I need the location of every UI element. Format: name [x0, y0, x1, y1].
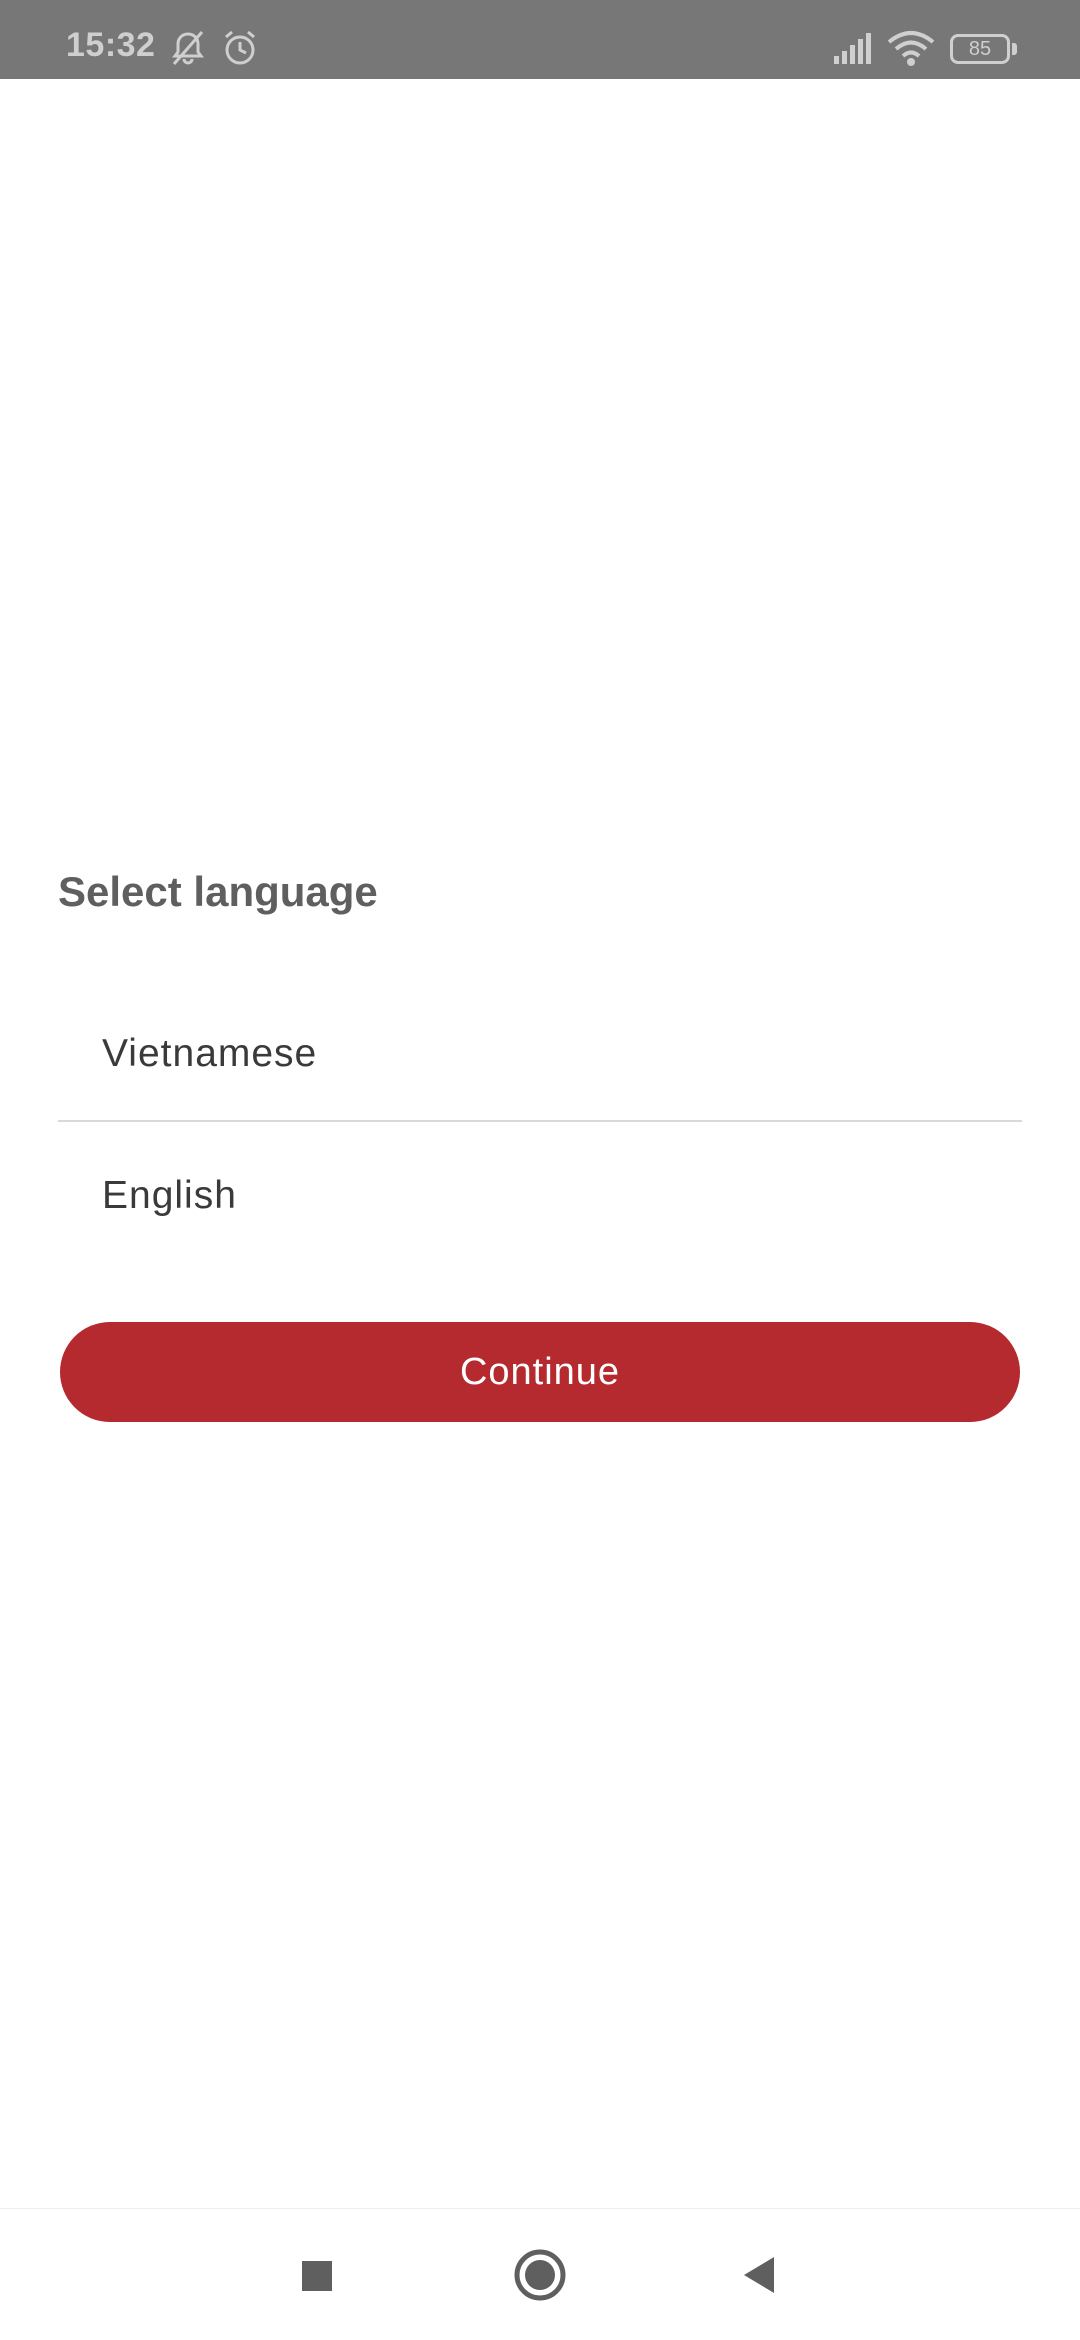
language-option-vietnamese[interactable]: Vietnamese [58, 984, 1022, 1124]
page-title: Select language [58, 868, 378, 915]
language-option-english[interactable]: English [58, 1126, 1022, 1266]
continue-button[interactable]: Continue [60, 1322, 1020, 1422]
home-circle-icon [514, 2249, 566, 2301]
battery-tip [1012, 43, 1017, 55]
recents-square-icon [302, 2261, 332, 2291]
navigation-bar [0, 2208, 1080, 2340]
status-bar: 15:32 85 [0, 0, 1080, 79]
back-triangle-icon [744, 2257, 774, 2293]
recents-button[interactable] [276, 2235, 356, 2315]
battery-level: 85 [968, 38, 992, 60]
divider [58, 1120, 1022, 1122]
alarm-icon [220, 28, 260, 68]
wifi-icon [886, 28, 936, 68]
signal-icon [832, 28, 876, 68]
status-time: 15:32 [66, 26, 156, 64]
language-option-label: English [102, 1174, 237, 1217]
notifications-off-icon [168, 28, 208, 68]
language-selection-screen: 15:32 85 Select language Vietnamese Engl… [0, 0, 1080, 2340]
back-button[interactable] [720, 2235, 800, 2315]
home-button[interactable] [500, 2235, 580, 2315]
language-option-label: Vietnamese [102, 1032, 318, 1075]
